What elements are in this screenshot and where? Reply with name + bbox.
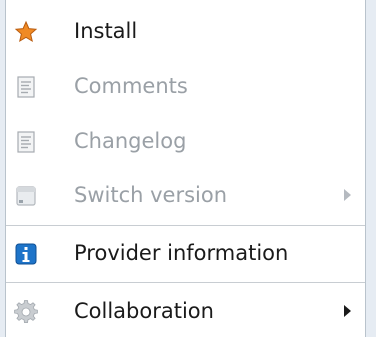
menu-item-switch-version[interactable]: Switch version	[6, 175, 365, 215]
document-icon	[14, 75, 38, 99]
package-icon	[14, 184, 38, 208]
menu-item-label: Collaboration	[74, 299, 214, 323]
menu-item-label: Provider information	[74, 241, 289, 265]
menu-item-label: Changelog	[74, 129, 187, 153]
menu-separator	[6, 282, 365, 283]
context-menu: Install Comments Changelog Switch versio…	[5, 0, 366, 337]
menu-item-changelog[interactable]: Changelog	[6, 121, 365, 161]
menu-item-provider-information[interactable]: Provider information	[6, 233, 365, 273]
submenu-arrow-icon	[344, 189, 351, 201]
menu-item-label: Switch version	[74, 183, 228, 207]
submenu-arrow-icon	[344, 305, 351, 317]
menu-item-install[interactable]: Install	[6, 11, 365, 51]
document-icon	[14, 130, 38, 154]
menu-separator	[6, 225, 365, 226]
menu-item-label: Install	[74, 19, 138, 43]
menu-item-collaboration[interactable]: Collaboration	[6, 291, 365, 331]
info-icon	[14, 242, 38, 266]
menu-item-label: Comments	[74, 74, 188, 98]
menu-item-comments[interactable]: Comments	[6, 66, 365, 106]
gear-icon	[14, 300, 38, 324]
star-icon	[14, 20, 38, 44]
